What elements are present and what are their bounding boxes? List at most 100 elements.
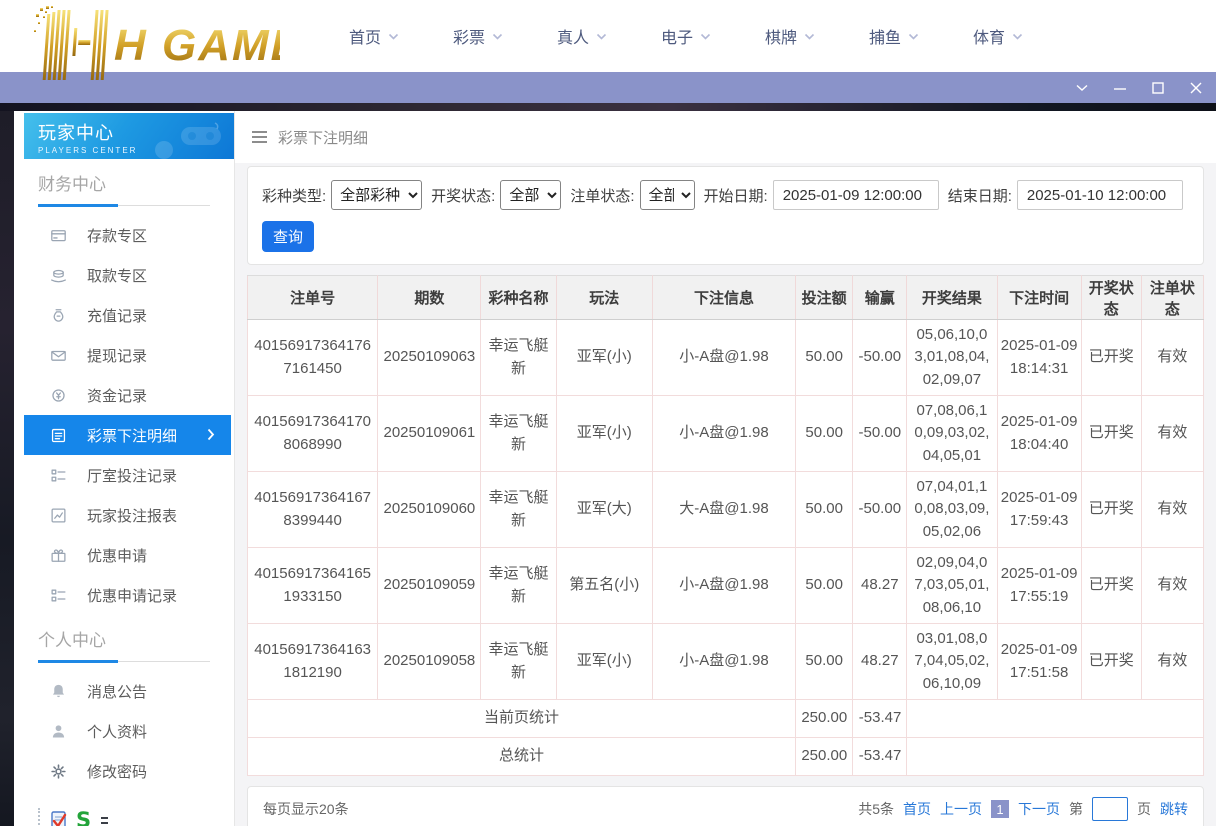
bet-status-select[interactable]: 全部 xyxy=(639,180,695,210)
summary-row: 当前页统计 250.00 -53.47 xyxy=(246,699,1204,738)
next-page-link[interactable]: 下一页 xyxy=(1018,799,1060,819)
table-cell: 有效 xyxy=(1140,395,1205,472)
sidebar-item-hall-bet-records[interactable]: 厅室投注记录 xyxy=(14,455,234,495)
sidebar-item-profile[interactable]: 个人资料 xyxy=(14,711,234,751)
ime-menu-icon[interactable] xyxy=(101,816,109,824)
close-icon[interactable] xyxy=(1188,80,1204,96)
sidebar-item-change-password[interactable]: 修改密码 xyxy=(14,751,234,791)
table-cell: 20250109058 xyxy=(377,623,482,700)
sidebar-item-lottery-bet-details[interactable]: 彩票下注明细 xyxy=(24,415,231,455)
jump-suffix-label: 页 xyxy=(1137,801,1151,817)
top-bar: H GAME 首页 彩票 真人 电子 棋牌 捕鱼 体育 xyxy=(0,0,1216,80)
top-nav: 首页 彩票 真人 电子 棋牌 捕鱼 体育 xyxy=(322,0,1050,72)
page-header: 彩票下注明细 xyxy=(235,111,1216,163)
screen: H GAME 首页彩票真人电子棋牌捕鱼体育 玩家中心 xyxy=(0,0,1216,826)
sidebar-item-messages[interactable]: 消息公告 xyxy=(14,671,234,711)
summary-bet-total: 250.00 xyxy=(795,737,854,776)
start-date-input[interactable] xyxy=(772,180,939,210)
chevron-down-icon xyxy=(700,33,711,40)
column-header: 下注信息 xyxy=(651,275,797,320)
table-cell: 401569173641651933150 xyxy=(246,547,379,624)
table-cell: 已开奖 xyxy=(1080,319,1142,396)
summary-label: 当前页统计 xyxy=(246,699,797,738)
search-button[interactable]: 查询 xyxy=(262,221,314,252)
maximize-icon[interactable] xyxy=(1150,80,1166,96)
nav-item-home[interactable]: 首页 xyxy=(322,24,426,48)
gear-icon xyxy=(50,763,67,780)
table-cell: 幸运飞艇新 xyxy=(480,395,557,472)
table-cell: 小-A盘@1.98 xyxy=(651,547,797,624)
sidebar-item-label: 优惠申请 xyxy=(87,547,148,565)
table-cell: 幸运飞艇新 xyxy=(480,319,557,396)
report-icon xyxy=(50,507,67,524)
coin-icon xyxy=(50,387,67,404)
banner-bubble-decoration xyxy=(155,141,173,159)
table-cell: -50.00 xyxy=(852,319,908,396)
jump-page-input[interactable] xyxy=(1092,797,1128,821)
column-header: 下注时间 xyxy=(996,275,1082,320)
table-cell: 幸运飞艇新 xyxy=(480,623,557,700)
ime-notepad-icon[interactable] xyxy=(50,810,68,826)
end-date-input[interactable] xyxy=(1016,180,1183,210)
lottery-type-label: 彩种类型: xyxy=(262,187,327,205)
table-cell: -50.00 xyxy=(852,471,908,548)
table-cell: 50.00 xyxy=(795,547,854,624)
sidebar-item-deposit-zone[interactable]: 存款专区 xyxy=(14,215,234,255)
summary-empty xyxy=(906,737,1204,776)
table-row: 401569173641678399440 20250109060 幸运飞艇新 亚军(… xyxy=(246,471,1205,548)
draw-status-select[interactable]: 全部 xyxy=(500,180,562,210)
ime-sogou-icon[interactable]: S xyxy=(76,810,91,826)
hgame-logo: H GAME xyxy=(10,4,300,82)
prev-page-link[interactable]: 上一页 xyxy=(940,799,982,819)
column-header: 输赢 xyxy=(852,275,908,320)
nav-item-fishing[interactable]: 捕鱼 xyxy=(842,24,946,48)
ime-drag-handle[interactable] xyxy=(38,808,42,826)
sidebar-item-player-bet-report[interactable]: 玩家投注报表 xyxy=(14,495,234,535)
nav-item-label: 捕鱼 xyxy=(868,30,901,47)
nav-item-chess[interactable]: 棋牌 xyxy=(738,24,842,48)
sidebar-item-label: 取款专区 xyxy=(87,267,148,285)
column-header: 开奖结果 xyxy=(906,275,998,320)
withdraw-icon xyxy=(50,267,67,284)
hamburger-icon[interactable] xyxy=(252,131,267,143)
sidebar-item-withdraw-zone[interactable]: 取款专区 xyxy=(14,255,234,295)
total-count-text: 共5条 xyxy=(858,801,894,817)
sidebar-item-promo-apply[interactable]: 优惠申请 xyxy=(14,535,234,575)
chevron-down-icon xyxy=(596,33,607,40)
players-center-banner: 玩家中心 PLAYERS CENTER xyxy=(24,113,234,159)
table-cell: 第五名(小) xyxy=(555,547,653,624)
nav-item-label: 彩票 xyxy=(452,30,485,47)
minimize-icon[interactable] xyxy=(1112,80,1128,96)
jump-button[interactable]: 跳转 xyxy=(1160,799,1188,819)
summary-label: 总统计 xyxy=(246,737,797,776)
sidebar-item-recharge-records[interactable]: 充值记录 xyxy=(14,295,234,335)
table-cell: 有效 xyxy=(1140,471,1205,548)
summary-winloss-total: -53.47 xyxy=(852,699,908,738)
dropdown-chevron-icon[interactable] xyxy=(1074,80,1090,96)
lottery-type-select[interactable]: 全部彩种 xyxy=(331,180,423,210)
nav-item-live[interactable]: 真人 xyxy=(530,24,634,48)
table-cell: 有效 xyxy=(1140,319,1205,396)
nav-item-sports[interactable]: 体育 xyxy=(946,24,1050,48)
table-cell: 401569173641767161450 xyxy=(246,319,379,396)
table-cell: 50.00 xyxy=(795,471,854,548)
table-cell: 48.27 xyxy=(852,547,908,624)
column-header: 注单状态 xyxy=(1140,275,1205,320)
gamepad-icon xyxy=(177,119,225,156)
sidebar-item-promo-apply-records[interactable]: 优惠申请记录 xyxy=(14,575,234,615)
nav-item-lottery[interactable]: 彩票 xyxy=(426,24,530,48)
table-cell: 50.00 xyxy=(795,395,854,472)
table-cell: 401569173641631812190 xyxy=(246,623,379,700)
table-cell: 已开奖 xyxy=(1080,471,1142,548)
sidebar-item-withdrawal-records[interactable]: 提现记录 xyxy=(14,335,234,375)
sidebar-item-label: 存款专区 xyxy=(87,227,148,245)
sidebar-item-label: 优惠申请记录 xyxy=(87,587,178,605)
jump-prefix-label: 第 xyxy=(1069,801,1083,817)
person-icon xyxy=(50,723,67,740)
summary-empty xyxy=(906,699,1204,738)
nav-item-slots[interactable]: 电子 xyxy=(634,24,738,48)
first-page-link[interactable]: 首页 xyxy=(903,799,931,819)
sidebar-item-funds-records[interactable]: 资金记录 xyxy=(14,375,234,415)
sidebar-item-label: 消息公告 xyxy=(87,683,148,701)
table-row: 401569173641767161450 20250109063 幸运飞艇新 亚军(… xyxy=(246,319,1205,396)
